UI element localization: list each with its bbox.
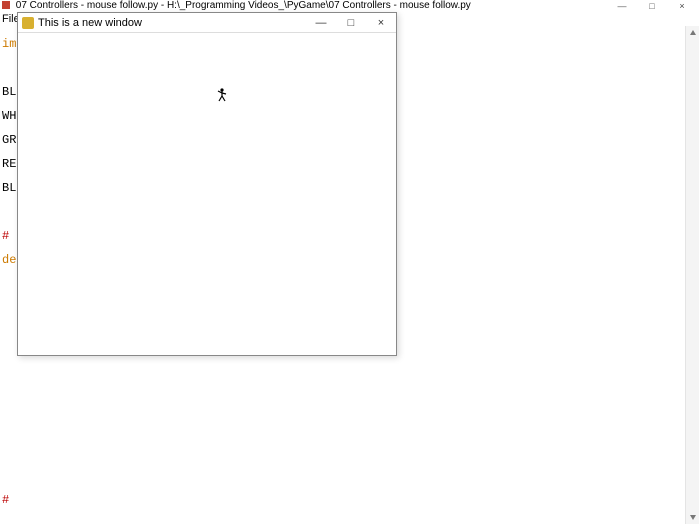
pygame-maximize-button[interactable]: □ [336,13,366,33]
app-maximize-button[interactable]: □ [637,0,667,12]
player-sprite-icon [216,88,228,102]
code-blank [2,518,699,524]
pygame-icon [22,17,34,29]
code-text: BL [2,85,16,99]
code-comment: # [2,229,9,243]
app-close-button[interactable]: × [667,0,697,12]
pygame-window-controls: — □ × [306,13,396,33]
pygame-close-button[interactable]: × [366,13,396,33]
code-blank [2,446,699,458]
scroll-up-icon[interactable] [690,30,696,35]
tk-icon [2,1,10,9]
pygame-titlebar[interactable]: This is a new window — □ × [18,13,396,33]
code-text: GR [2,133,16,147]
code-comment: # [2,493,9,507]
code-text: RE [2,157,16,171]
pygame-minimize-button[interactable]: — [306,13,336,33]
scroll-down-icon[interactable] [690,515,696,520]
code-blank [2,398,699,410]
code-blank [2,422,699,434]
app-window-controls: — □ × [607,0,697,12]
pygame-window: This is a new window — □ × [17,12,397,356]
editor-vertical-scrollbar[interactable] [685,26,699,524]
code-blank [2,374,699,386]
code-text: BL [2,181,16,195]
code-text: im [2,37,16,51]
pygame-title-text: This is a new window [38,17,142,29]
code-text: WH [2,109,16,123]
pygame-canvas[interactable] [18,33,396,355]
app-minimize-button[interactable]: — [607,0,637,12]
idle-titlebar: 07 Controllers - mouse follow.py - H:\_P… [0,0,699,12]
code-text: de [2,253,16,267]
idle-title-text: 07 Controllers - mouse follow.py - H:\_P… [16,0,471,11]
code-blank [2,470,699,482]
